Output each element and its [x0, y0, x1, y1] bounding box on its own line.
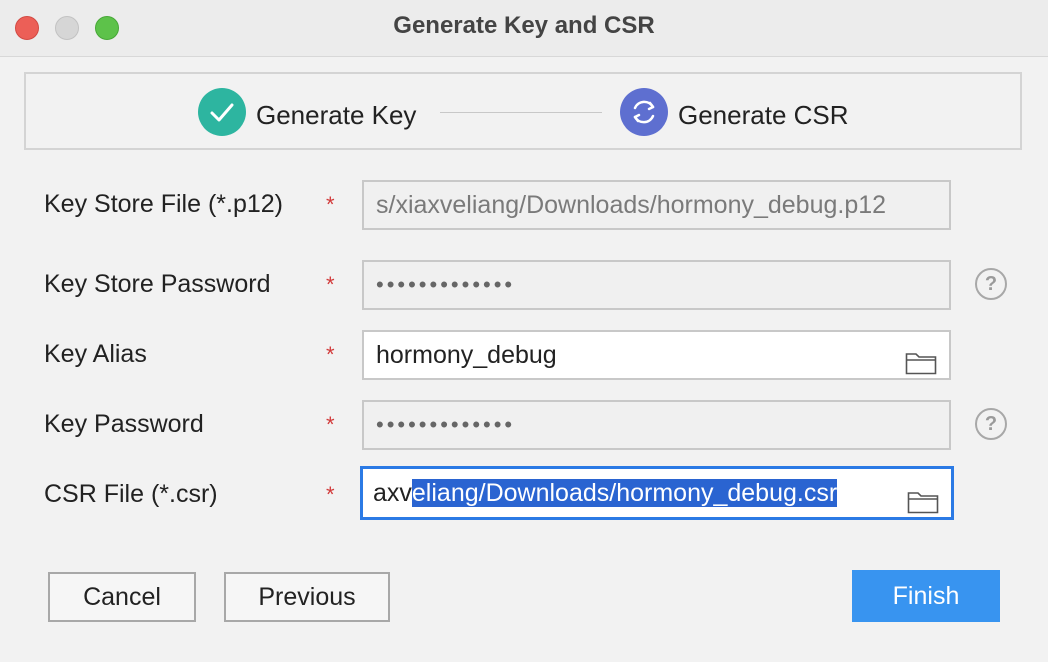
key-password-value: •••••••••••••: [376, 412, 516, 437]
step-generate-csr-label: Generate CSR: [678, 100, 849, 130]
key-alias-value: hormony_debug: [376, 341, 557, 369]
wizard-steps: Generate Key Generate CSR: [24, 72, 1022, 150]
key-store-password-label: Key Store Password: [44, 270, 271, 298]
key-password-label: Key Password: [44, 410, 204, 438]
key-store-file-value: s/xiaxveliang/Downloads/hormony_debug.p1…: [376, 191, 887, 219]
key-store-password-field: •••••••••••••: [362, 260, 951, 310]
csr-file-field[interactable]: axveliang/Downloads/hormony_debug.csr: [360, 466, 954, 520]
required-mark: *: [326, 482, 335, 507]
key-store-password-value: •••••••••••••: [376, 272, 516, 297]
csr-file-label: CSR File (*.csr): [44, 480, 218, 508]
help-icon[interactable]: ?: [975, 408, 1007, 440]
folder-icon[interactable]: [905, 344, 937, 375]
key-store-file-field: s/xiaxveliang/Downloads/hormony_debug.p1…: [362, 180, 951, 230]
step-connector: [440, 112, 602, 113]
required-mark: *: [326, 192, 335, 217]
key-password-field: •••••••••••••: [362, 400, 951, 450]
help-icon[interactable]: ?: [975, 268, 1007, 300]
title-bar: Generate Key and CSR: [0, 0, 1048, 57]
refresh-icon: [620, 88, 668, 136]
window-title: Generate Key and CSR: [393, 12, 655, 39]
key-alias-label: Key Alias: [44, 340, 147, 368]
csr-file-value-unselected: axv: [373, 479, 412, 507]
required-mark: *: [326, 342, 335, 367]
required-mark: *: [326, 412, 335, 437]
folder-icon[interactable]: [907, 482, 939, 514]
previous-button[interactable]: Previous: [224, 572, 390, 622]
finish-button[interactable]: Finish: [852, 570, 1000, 622]
checkmark-icon: [198, 88, 246, 136]
csr-file-value-selected: eliang/Downloads/hormony_debug.csr: [411, 479, 838, 507]
required-mark: *: [326, 272, 335, 297]
key-store-file-label: Key Store File (*.p12): [44, 190, 283, 218]
key-alias-field[interactable]: hormony_debug: [362, 330, 951, 380]
step-generate-key-label: Generate Key: [256, 100, 417, 130]
cancel-button[interactable]: Cancel: [48, 572, 196, 622]
